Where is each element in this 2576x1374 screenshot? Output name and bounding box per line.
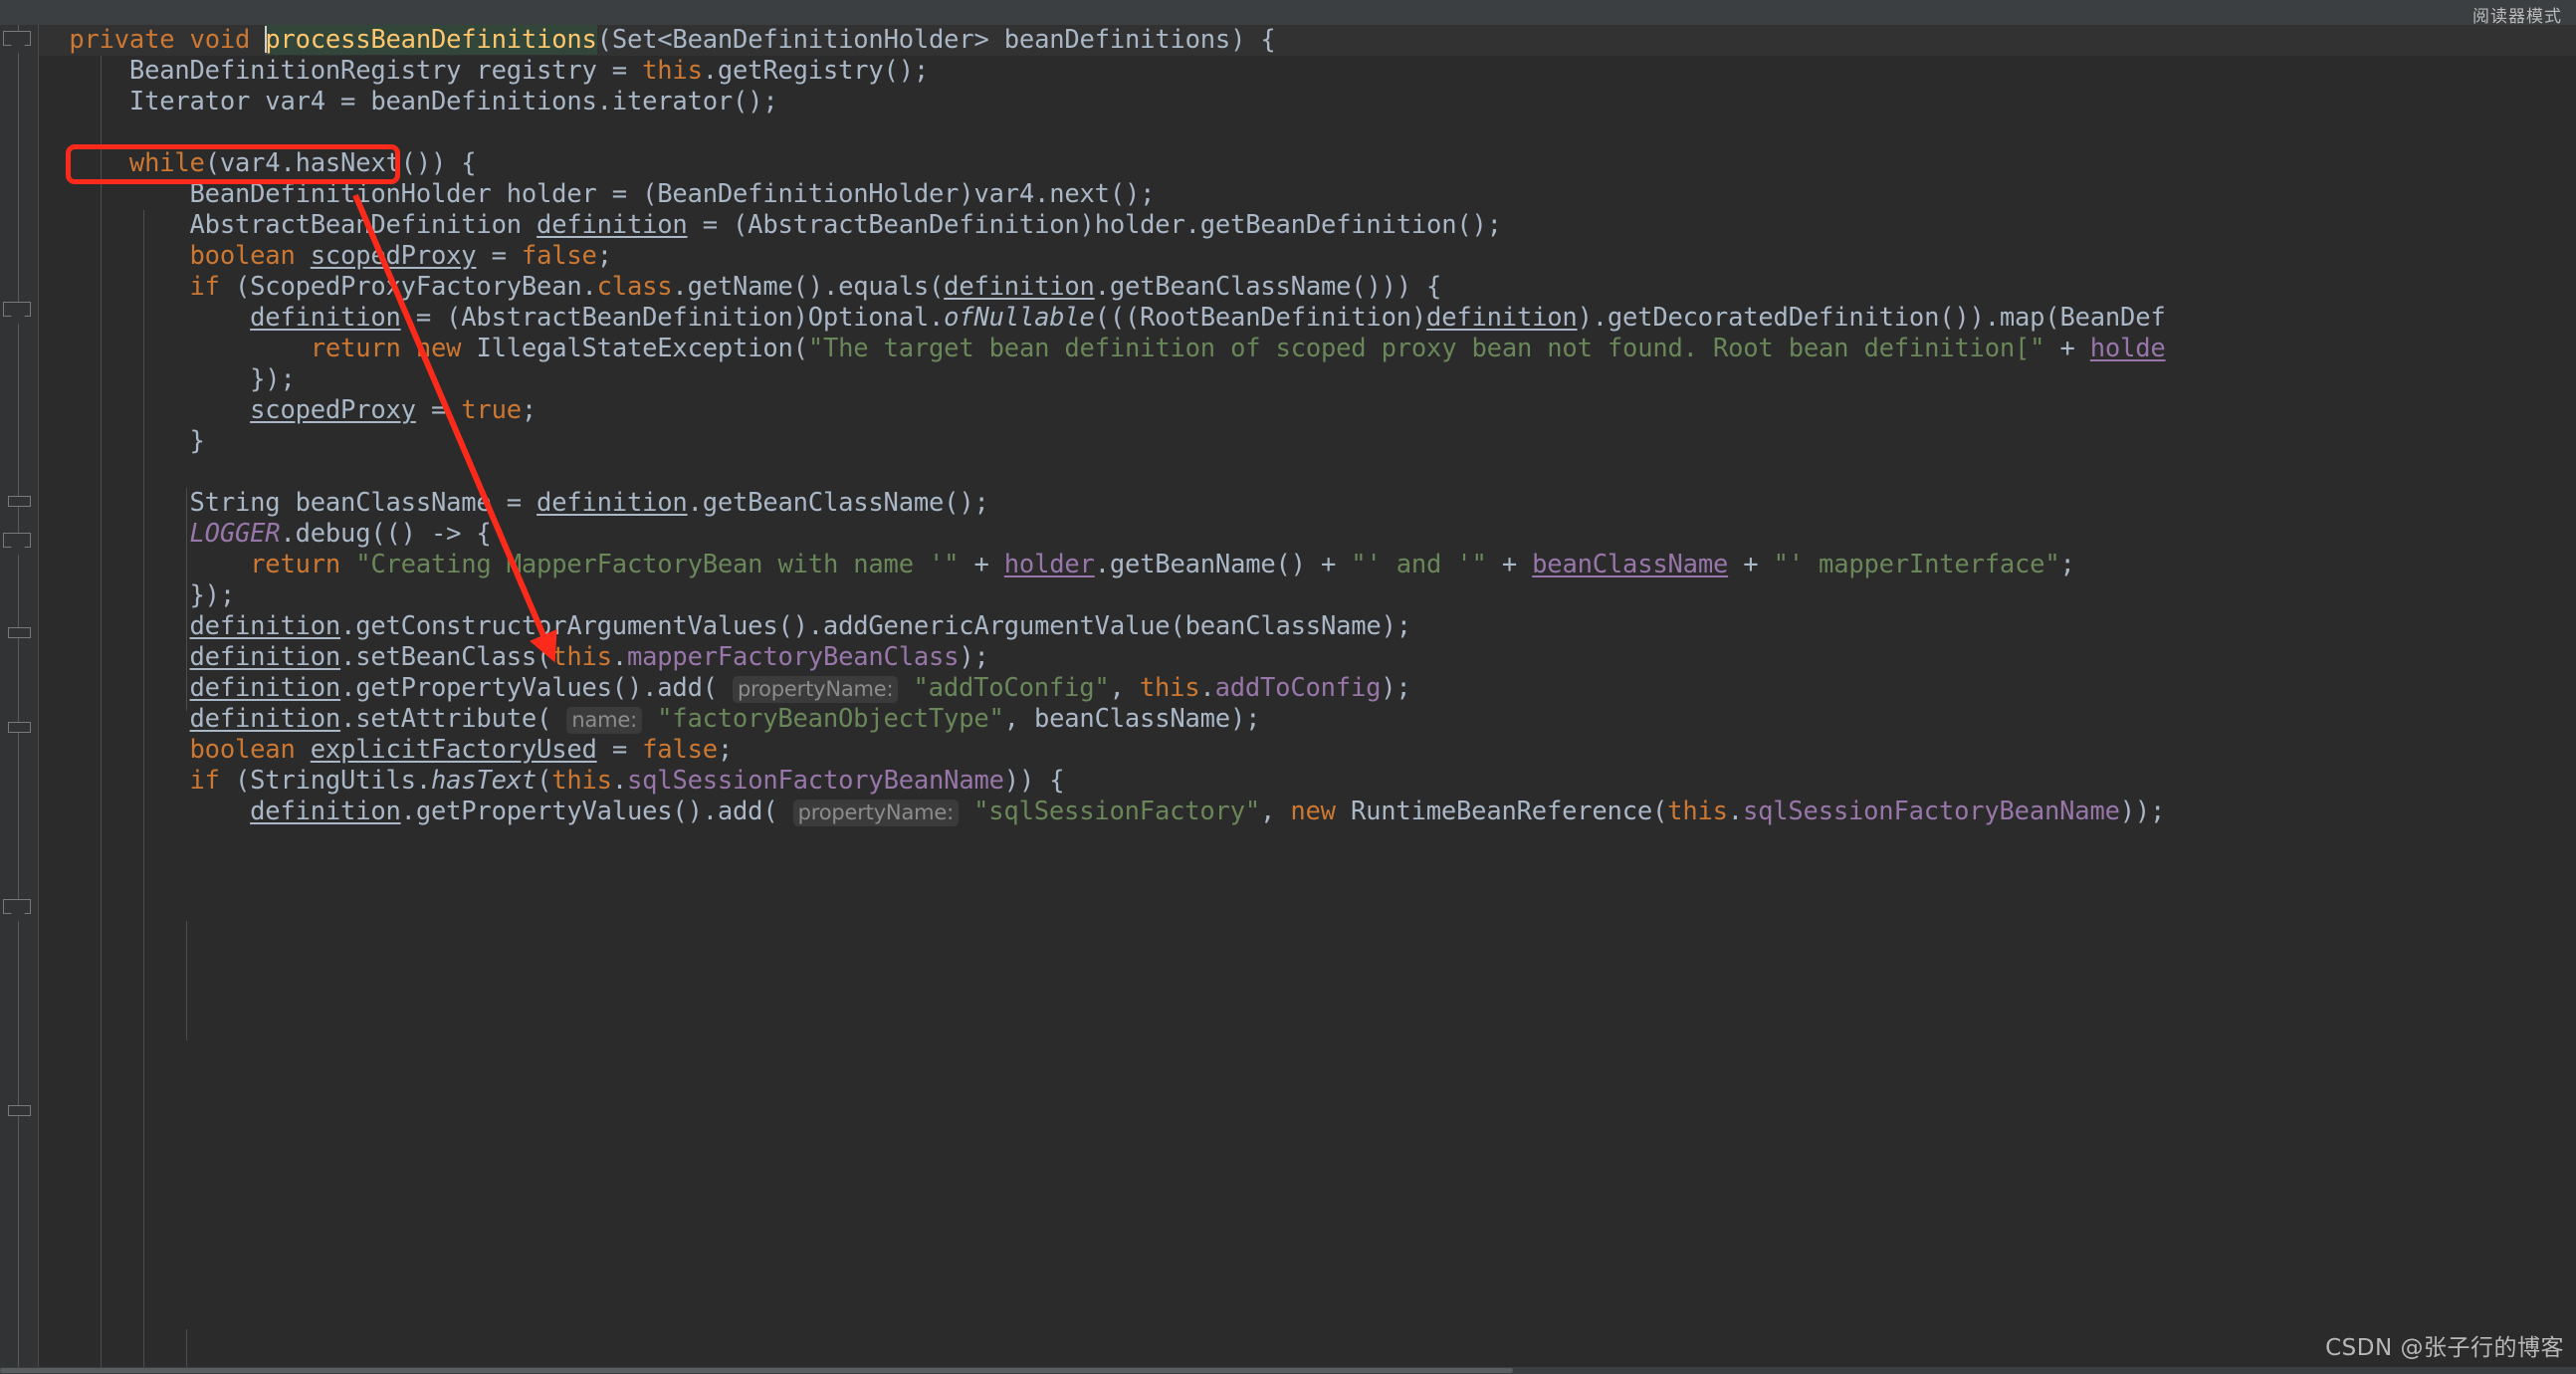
parameter-hint: name: bbox=[566, 707, 642, 734]
fold-marker-logger[interactable] bbox=[3, 899, 31, 914]
fold-marker-method[interactable] bbox=[3, 31, 31, 46]
code-line: boolean scopedProxy = false; bbox=[39, 241, 612, 272]
code-editor-surface[interactable]: private void processBeanDefinitions(Set<… bbox=[39, 25, 2576, 1374]
code-line: } bbox=[39, 426, 205, 457]
code-line: while(var4.hasNext()) { bbox=[39, 148, 476, 179]
fold-marker-optional[interactable] bbox=[3, 533, 31, 548]
code-line: Iterator var4 = beanDefinitions.iterator… bbox=[39, 87, 777, 117]
fold-marker-lambda-a[interactable] bbox=[8, 627, 31, 638]
titlebar-strip bbox=[0, 0, 2576, 25]
code-line: }); bbox=[39, 580, 235, 611]
parameter-hint: propertyName: bbox=[793, 800, 959, 826]
reader-mode-label[interactable]: 阅读器模式 bbox=[2472, 2, 2562, 27]
editor-gutter[interactable] bbox=[0, 25, 39, 1374]
code-line: definition.setAttribute( name: "factoryB… bbox=[39, 704, 1260, 735]
fold-marker-lambda-b[interactable] bbox=[8, 722, 31, 733]
code-line: definition = (AbstractBeanDefinition)Opt… bbox=[39, 303, 2166, 334]
parameter-hint: propertyName: bbox=[733, 676, 898, 703]
code-line: BeanDefinitionHolder holder = (BeanDefin… bbox=[39, 179, 1155, 210]
code-line: boolean explicitFactoryUsed = false; bbox=[39, 735, 733, 766]
code-line: String beanClassName = definition.getBea… bbox=[39, 488, 989, 519]
code-line bbox=[39, 457, 54, 488]
code-line: if (StringUtils.hasText(this.sqlSessionF… bbox=[39, 766, 1064, 797]
code-line: return new IllegalStateException("The ta… bbox=[39, 334, 2166, 364]
code-line: definition.getConstructorArgumentValues(… bbox=[39, 611, 1411, 642]
fold-rail bbox=[18, 25, 19, 1374]
horizontal-scrollbar[interactable] bbox=[0, 1367, 2576, 1374]
code-line: if (ScopedProxyFactoryBean.class.getName… bbox=[39, 272, 1441, 303]
watermark: CSDN @张子行的博客 bbox=[2325, 1328, 2564, 1362]
fold-marker-tail[interactable] bbox=[8, 1105, 31, 1116]
code-line: definition.getPropertyValues().add( prop… bbox=[39, 797, 2165, 827]
code-line: LOGGER.debug(() -> { bbox=[39, 519, 492, 550]
code-line: private void processBeanDefinitions(Set<… bbox=[39, 25, 1276, 56]
code-line bbox=[39, 117, 54, 148]
code-line: definition.getPropertyValues().add( prop… bbox=[39, 673, 1411, 704]
code-line: }); bbox=[39, 364, 296, 395]
code-line: AbstractBeanDefinition definition = (Abs… bbox=[39, 210, 1502, 241]
indent-guide-4 bbox=[186, 921, 187, 1040]
code-line: BeanDefinitionRegistry registry = this.g… bbox=[39, 56, 929, 87]
code-line: definition.setBeanClass(this.mapperFacto… bbox=[39, 642, 989, 673]
code-line: scopedProxy = true; bbox=[39, 395, 537, 426]
ide-editor-window: 阅读器模式 private void processBeanDefinition… bbox=[0, 0, 2576, 1374]
fold-marker-while[interactable] bbox=[3, 302, 31, 317]
fold-marker-if[interactable] bbox=[8, 496, 31, 507]
horizontal-scrollbar-thumb[interactable] bbox=[0, 1368, 1513, 1373]
code-line: return "Creating MapperFactoryBean with … bbox=[39, 550, 2075, 580]
